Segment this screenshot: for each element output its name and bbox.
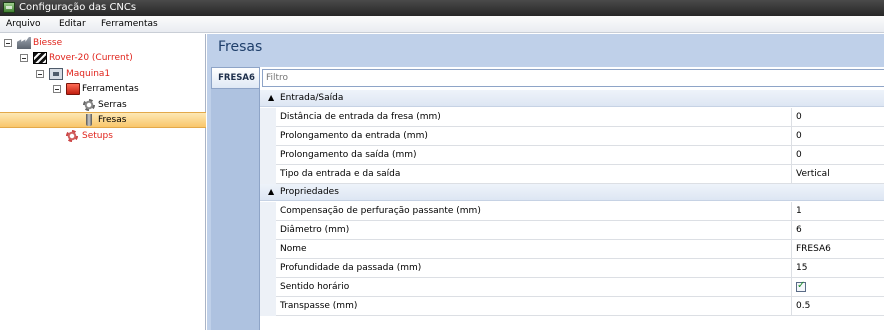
- category-label: Propriedades: [280, 187, 339, 197]
- cnc-router-icon: [33, 52, 47, 64]
- collapse-caret-icon[interactable]: ▲: [268, 187, 274, 196]
- property-name: Tipo da entrada e da saída: [280, 169, 401, 179]
- property-value: 0: [796, 150, 802, 160]
- property-name: Prolongamento da entrada (mm): [280, 131, 428, 141]
- property-row[interactable]: Diâmetro (mm) 6: [260, 221, 884, 240]
- property-grid: ▲ Entrada/Saída Distância de entrada da …: [259, 67, 884, 330]
- collapse-toggle[interactable]: [36, 70, 44, 78]
- tree-node-serras[interactable]: Serras: [0, 98, 206, 113]
- property-row[interactable]: Distância de entrada da fresa (mm) 0: [260, 108, 884, 127]
- tree-node-maquina[interactable]: Maquina1: [0, 67, 206, 82]
- page-title: Fresas: [218, 39, 263, 55]
- property-row[interactable]: Prolongamento da entrada (mm) 0: [260, 127, 884, 146]
- property-name: Diâmetro (mm): [280, 225, 350, 235]
- tab-fresa6[interactable]: FRESA6: [211, 67, 261, 89]
- property-row[interactable]: Compensação de perfuração passante (mm) …: [260, 202, 884, 221]
- config-tree: Biesse Rover-20 (Current) Maquina1 Ferra…: [0, 34, 206, 330]
- property-name: Distância de entrada da fresa (mm): [280, 112, 441, 122]
- property-value-cell[interactable]: 0.5: [791, 297, 884, 316]
- window-title: Configuração das CNCs: [19, 2, 137, 13]
- property-value: Vertical: [796, 169, 830, 179]
- category-propriedades[interactable]: ▲ Propriedades: [260, 184, 884, 201]
- sentido-horario-checkbox[interactable]: [796, 280, 806, 292]
- property-value-cell[interactable]: 0: [791, 108, 884, 127]
- property-name: Prolongamento da saída (mm): [280, 150, 417, 160]
- tree-node-setups[interactable]: Setups: [0, 129, 206, 144]
- property-value: 0.5: [796, 301, 811, 311]
- property-value-cell[interactable]: 0: [791, 127, 884, 146]
- tree-label-maquina: Maquina1: [66, 69, 111, 79]
- property-row[interactable]: Transpasse (mm) 0.5: [260, 297, 884, 316]
- toolbox-icon: [66, 83, 80, 95]
- property-name: Profundidade da passada (mm): [280, 263, 422, 273]
- tree-node-ferramentas[interactable]: Ferramentas: [0, 82, 206, 97]
- menu-arquivo[interactable]: Arquivo: [6, 19, 40, 29]
- property-value-cell[interactable]: 15: [791, 259, 884, 278]
- collapse-caret-icon[interactable]: ▲: [268, 93, 274, 102]
- milling-tool-icon: [86, 114, 92, 126]
- property-row[interactable]: Tipo da entrada e da saída Vertical: [260, 165, 884, 184]
- property-row[interactable]: Nome FRESA6: [260, 240, 884, 259]
- tree-node-rover[interactable]: Rover-20 (Current): [0, 51, 206, 66]
- property-value: FRESA6: [796, 244, 831, 254]
- property-name: Nome: [280, 244, 307, 254]
- collapse-toggle[interactable]: [20, 54, 28, 62]
- setups-gear-icon: [66, 130, 78, 142]
- filter-input[interactable]: [262, 69, 884, 87]
- property-value-cell[interactable]: 1: [791, 202, 884, 221]
- machine-icon: [49, 68, 63, 80]
- property-value-cell[interactable]: 6: [791, 221, 884, 240]
- property-row[interactable]: Sentido horário: [260, 278, 884, 297]
- factory-icon: [17, 37, 31, 49]
- property-value-cell[interactable]: Vertical: [791, 165, 884, 184]
- tree-label-ferramentas: Ferramentas: [82, 84, 139, 94]
- property-value: 0: [796, 112, 802, 122]
- menu-ferramentas[interactable]: Ferramentas: [101, 19, 158, 29]
- tree-label-biesse: Biesse: [33, 38, 63, 48]
- property-value: 1: [796, 206, 802, 216]
- menu-bar: Arquivo Editar Ferramentas: [0, 16, 884, 33]
- tree-node-biesse[interactable]: Biesse: [0, 36, 206, 51]
- property-row[interactable]: Prolongamento da saída (mm) 0: [260, 146, 884, 165]
- content-panel: Fresas FRESA6 ▲ Entrada/Saída Distância …: [207, 34, 884, 330]
- tree-label-rover: Rover-20 (Current): [49, 53, 133, 63]
- collapse-toggle[interactable]: [53, 85, 61, 93]
- category-entrada-saida[interactable]: ▲ Entrada/Saída: [260, 90, 884, 107]
- tree-node-fresas[interactable]: Fresas: [0, 112, 206, 128]
- property-value: 6: [796, 225, 802, 235]
- category-label: Entrada/Saída: [280, 93, 344, 103]
- app-icon: [3, 2, 15, 13]
- property-value: 0: [796, 131, 802, 141]
- tab-strip: FRESA6: [211, 67, 261, 330]
- collapse-toggle[interactable]: [4, 39, 12, 47]
- tree-label-fresas: Fresas: [98, 115, 127, 125]
- menu-editar[interactable]: Editar: [59, 19, 86, 29]
- property-value-cell[interactable]: [791, 278, 884, 297]
- property-value-cell[interactable]: 0: [791, 146, 884, 165]
- property-name: Compensação de perfuração passante (mm): [280, 206, 481, 216]
- tree-label-setups: Setups: [82, 131, 113, 141]
- property-name: Transpasse (mm): [280, 301, 358, 311]
- property-row[interactable]: Profundidade da passada (mm) 15: [260, 259, 884, 278]
- property-name: Sentido horário: [280, 282, 350, 292]
- property-value: 15: [796, 263, 808, 273]
- gear-icon: [83, 99, 95, 111]
- title-bar: Configuração das CNCs: [0, 0, 884, 16]
- property-value-cell[interactable]: FRESA6: [791, 240, 884, 259]
- tree-label-serras: Serras: [98, 100, 127, 110]
